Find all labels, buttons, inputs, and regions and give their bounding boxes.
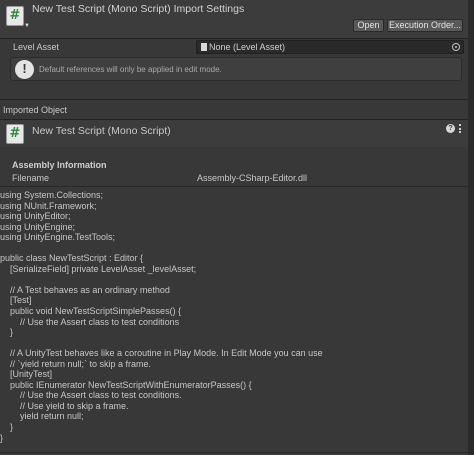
code-line: } [0, 422, 14, 433]
code-line: [Test] [0, 295, 32, 306]
open-button[interactable]: Open [353, 19, 384, 32]
csharp-script-icon [6, 6, 24, 26]
code-line: // Use the Assert class to test conditio… [0, 316, 180, 327]
vertical-scrollbar[interactable] [468, 0, 474, 455]
level-asset-label: Level Asset [13, 42, 60, 52]
code-line: [UnityTest] [0, 369, 53, 380]
level-asset-row: Level Asset None (Level Asset) [0, 39, 468, 55]
code-line: public class NewTestScript : Editor { [0, 253, 144, 264]
document-icon [201, 43, 207, 51]
divider [0, 452, 468, 453]
code-line: using UnityEditor; [0, 211, 71, 222]
helpbox-text: Default references will only be applied … [39, 65, 222, 74]
code-line: public void NewTestScriptSimplePasses() … [0, 306, 182, 317]
info-icon [15, 60, 34, 79]
object-picker-icon[interactable] [452, 43, 460, 51]
code-line: using UnityEngine; [0, 221, 76, 232]
level-asset-value: None (Level Asset) [209, 42, 286, 52]
code-line: // `yield return null;` to skip a frame. [0, 358, 152, 369]
code-line: public IEnumerator NewTestScriptWithEnum… [0, 379, 252, 390]
code-line: } [0, 432, 4, 443]
import-settings-title: New Test Script (Mono Script) Import Set… [32, 3, 245, 15]
code-line: // A Test behaves as an ordinary method [0, 284, 170, 295]
imported-object-label: Imported Object [3, 105, 68, 115]
code-line: using NUnit.Framework; [0, 200, 97, 211]
import-settings-header: ▼ New Test Script (Mono Script) Import S… [0, 0, 468, 38]
info-helpbox: Default references will only be applied … [10, 57, 462, 81]
divider [0, 99, 468, 100]
csharp-script-icon [6, 124, 24, 144]
inspector-panel: ▼ New Test Script (Mono Script) Import S… [0, 0, 468, 455]
divider [0, 186, 468, 187]
imported-object-header: New Test Script (Mono Script) ? [0, 120, 468, 147]
help-icon[interactable]: ? [446, 124, 455, 133]
code-line: yield return null; [0, 411, 84, 422]
assembly-information-heading: Assembly Information [12, 160, 107, 170]
script-source-preview: using System.Collections; using NUnit.Fra… [0, 190, 466, 452]
kebab-menu-icon[interactable] [459, 124, 462, 135]
code-line: // Use the Assert class to test conditio… [0, 390, 182, 401]
code-line: } [0, 327, 14, 338]
filename-label: Filename [12, 173, 50, 183]
code-line: using System.Collections; [0, 190, 104, 200]
chevron-down-icon[interactable]: ▼ [24, 23, 30, 29]
execution-order-button[interactable]: Execution Order... [387, 19, 463, 32]
code-line: // Use yield to skip a frame. [0, 400, 129, 411]
code-line: [SerializeField] private LevelAsset _lev… [0, 263, 197, 274]
imported-object-title: New Test Script (Mono Script) [32, 125, 171, 137]
filename-value: Assembly-CSharp-Editor.dll [197, 173, 308, 183]
level-asset-object-field[interactable]: None (Level Asset) [196, 40, 464, 54]
code-line: // A UnityTest behaves like a coroutine … [0, 348, 323, 359]
code-line: using UnityEngine.TestTools; [0, 232, 116, 243]
